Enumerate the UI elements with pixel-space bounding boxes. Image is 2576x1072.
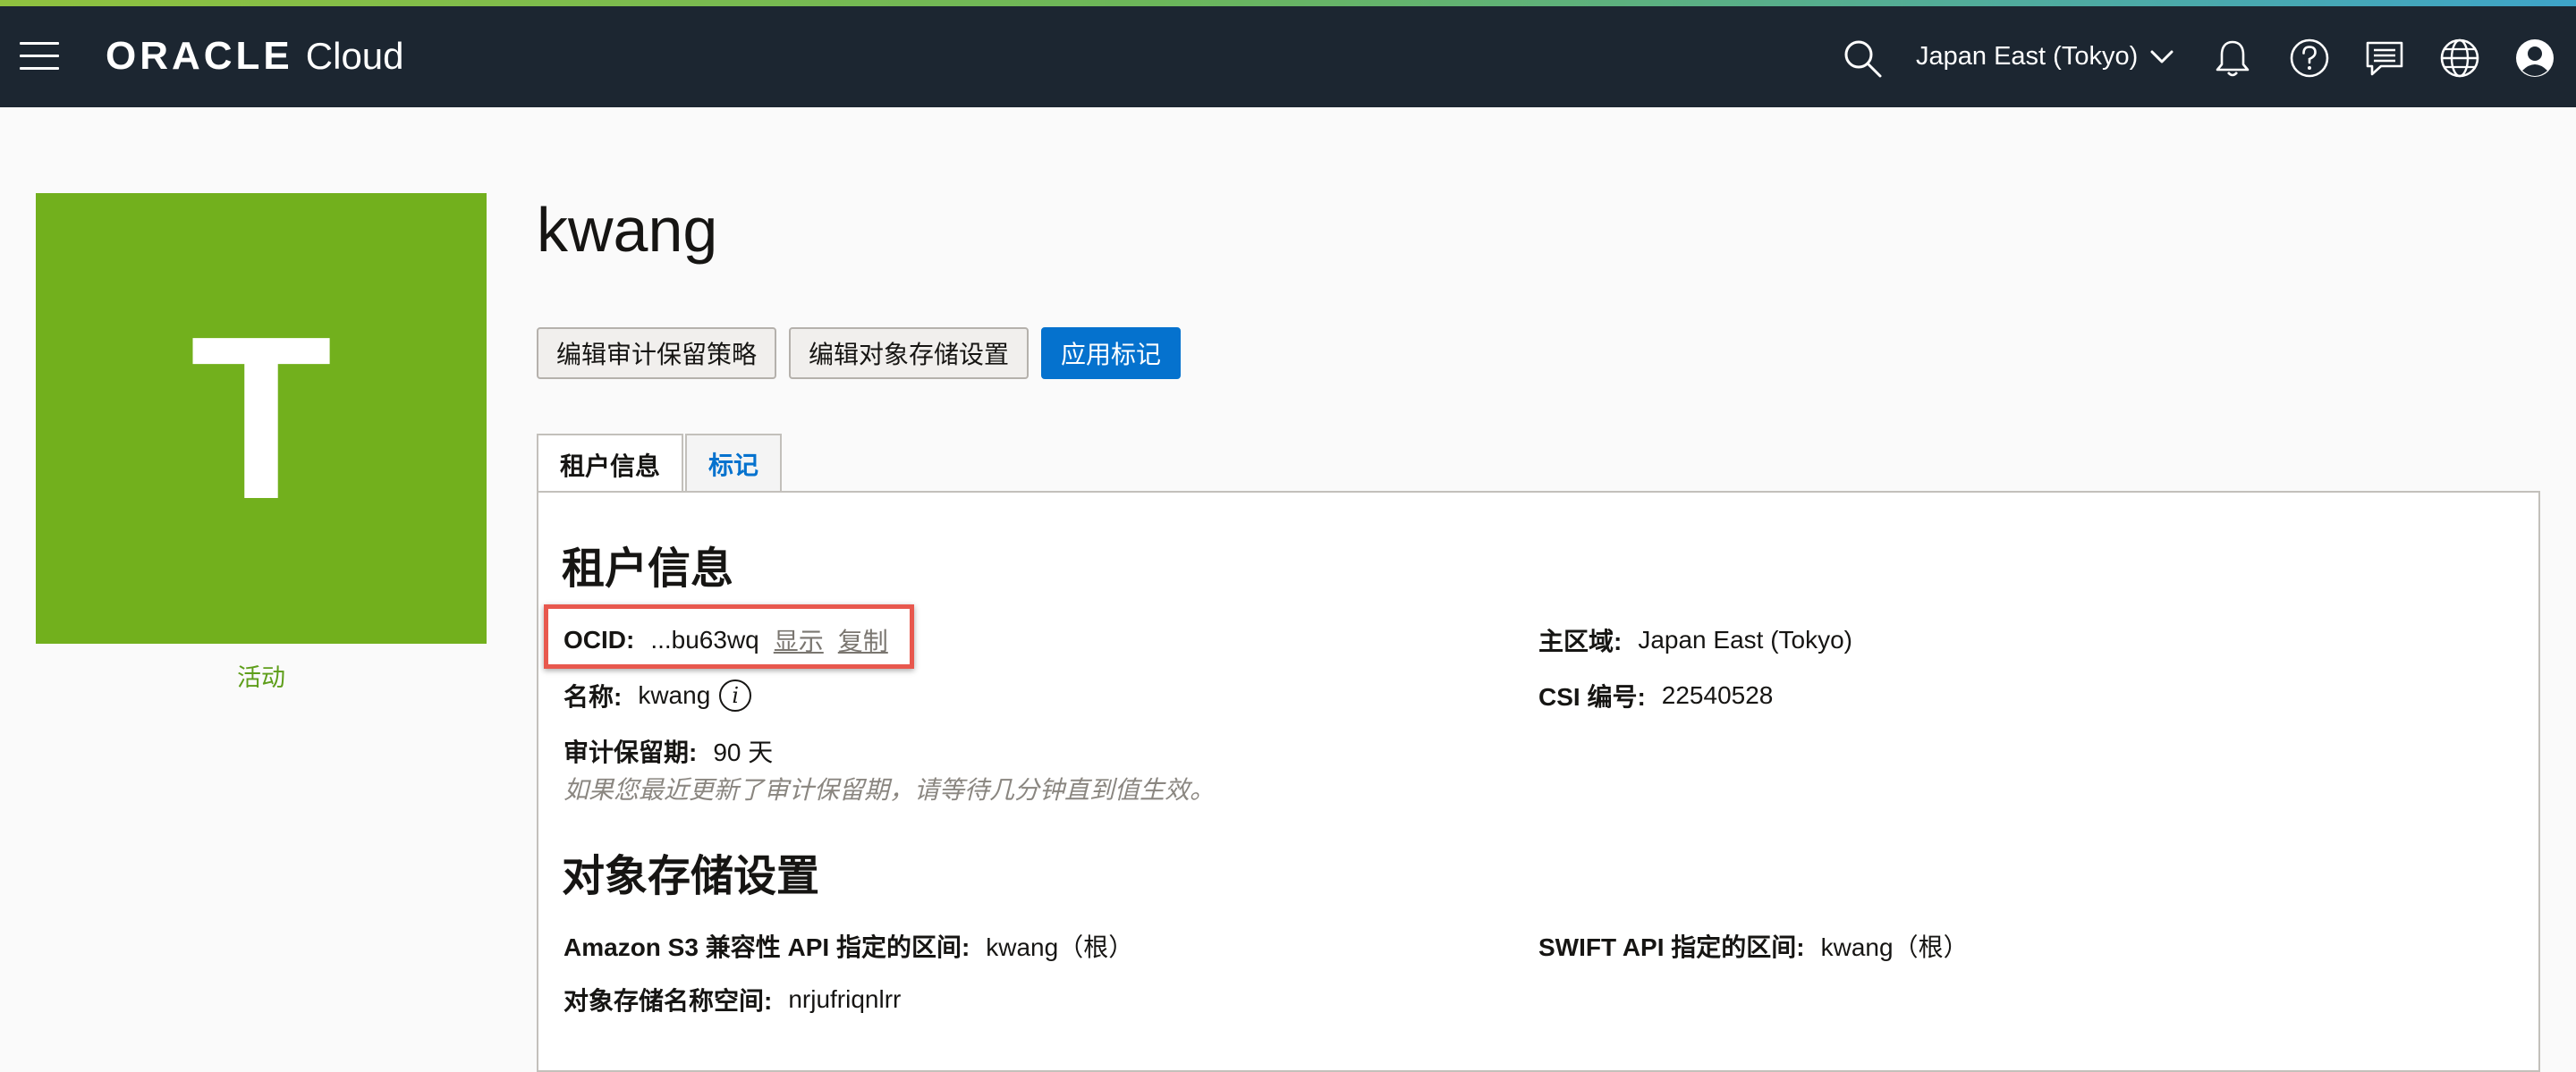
info-icon[interactable]: i <box>719 679 752 712</box>
region-label: Japan East (Tokyo) <box>1916 41 2139 71</box>
brand-oracle-text: ORACLE <box>106 34 293 78</box>
name-field: 名称: kwang i <box>564 678 752 713</box>
namespace-field: 对象存储名称空间: nrjufriqnlrr <box>564 982 901 1017</box>
avatar-letter: T <box>190 289 333 548</box>
home-region-value: Japan East (Tokyo) <box>1638 626 1852 654</box>
audit-retention-value: 90 天 <box>713 739 774 766</box>
tenancy-avatar: T <box>36 193 487 644</box>
region-selector[interactable]: Japan East (Tokyo) <box>1916 31 2175 81</box>
status-label: 活动 <box>237 664 285 691</box>
top-navigation-bar: ORACLE Cloud Japan East (Tokyo) <box>0 6 2576 107</box>
action-toolbar: 编辑审计保留策略 编辑对象存储设置 应用标记 <box>537 327 1193 379</box>
tab-tags[interactable]: 标记 <box>685 434 783 493</box>
user-icon[interactable] <box>2513 37 2556 80</box>
edit-object-storage-button[interactable]: 编辑对象存储设置 <box>789 327 1030 379</box>
object-storage-heading: 对象存储设置 <box>562 853 820 900</box>
csi-number-value: 22540528 <box>1661 681 1774 709</box>
swift-compartment-value: kwang（根） <box>1820 933 1969 961</box>
csi-number-field: CSI 编号: 22540528 <box>1538 678 1773 713</box>
chevron-down-icon <box>2150 50 2174 63</box>
namespace-label: 对象存储名称空间: <box>564 987 773 1015</box>
csi-number-label: CSI 编号: <box>1538 683 1646 711</box>
tenancy-info-heading: 租户信息 <box>562 545 734 593</box>
menu-icon[interactable] <box>20 40 59 72</box>
page-title: kwang <box>537 195 718 265</box>
swift-compartment-label: SWIFT API 指定的区间: <box>1538 933 1805 961</box>
top-accent-strip <box>0 0 2576 6</box>
swift-compartment-field: SWIFT API 指定的区间: kwang（根） <box>1538 928 1969 964</box>
apply-tags-button[interactable]: 应用标记 <box>1041 327 1182 379</box>
chat-icon[interactable] <box>2363 37 2406 80</box>
edit-audit-retention-button[interactable]: 编辑审计保留策略 <box>537 327 777 379</box>
bell-icon[interactable] <box>2211 37 2254 80</box>
s3-compartment-field: Amazon S3 兼容性 API 指定的区间: kwang（根） <box>564 928 1133 964</box>
brand-cloud-text: Cloud <box>305 35 404 77</box>
s3-compartment-value: kwang（根） <box>986 933 1134 961</box>
audit-retention-label: 审计保留期: <box>564 739 698 766</box>
ocid-highlight-box <box>544 604 914 669</box>
tab-bar: 租户信息 标记 <box>537 434 784 494</box>
oracle-cloud-logo[interactable]: ORACLE Cloud <box>106 31 404 81</box>
name-label: 名称: <box>564 683 623 711</box>
name-value: kwang <box>638 681 711 709</box>
s3-compartment-label: Amazon S3 兼容性 API 指定的区间: <box>564 933 970 961</box>
namespace-value: nrjufriqnlrr <box>788 985 902 1013</box>
globe-icon[interactable] <box>2438 37 2481 80</box>
home-region-field: 主区域: Japan East (Tokyo) <box>1538 622 1852 658</box>
search-icon[interactable] <box>1841 37 1884 80</box>
audit-retention-note: 如果您最近更新了审计保留期，请等待几分钟直到值生效。 <box>564 776 1216 804</box>
audit-retention-field: 审计保留期: 90 天 <box>564 733 773 769</box>
help-icon[interactable] <box>2288 37 2331 80</box>
home-region-label: 主区域: <box>1538 628 1623 655</box>
tab-tenancy-info[interactable]: 租户信息 <box>537 434 684 494</box>
